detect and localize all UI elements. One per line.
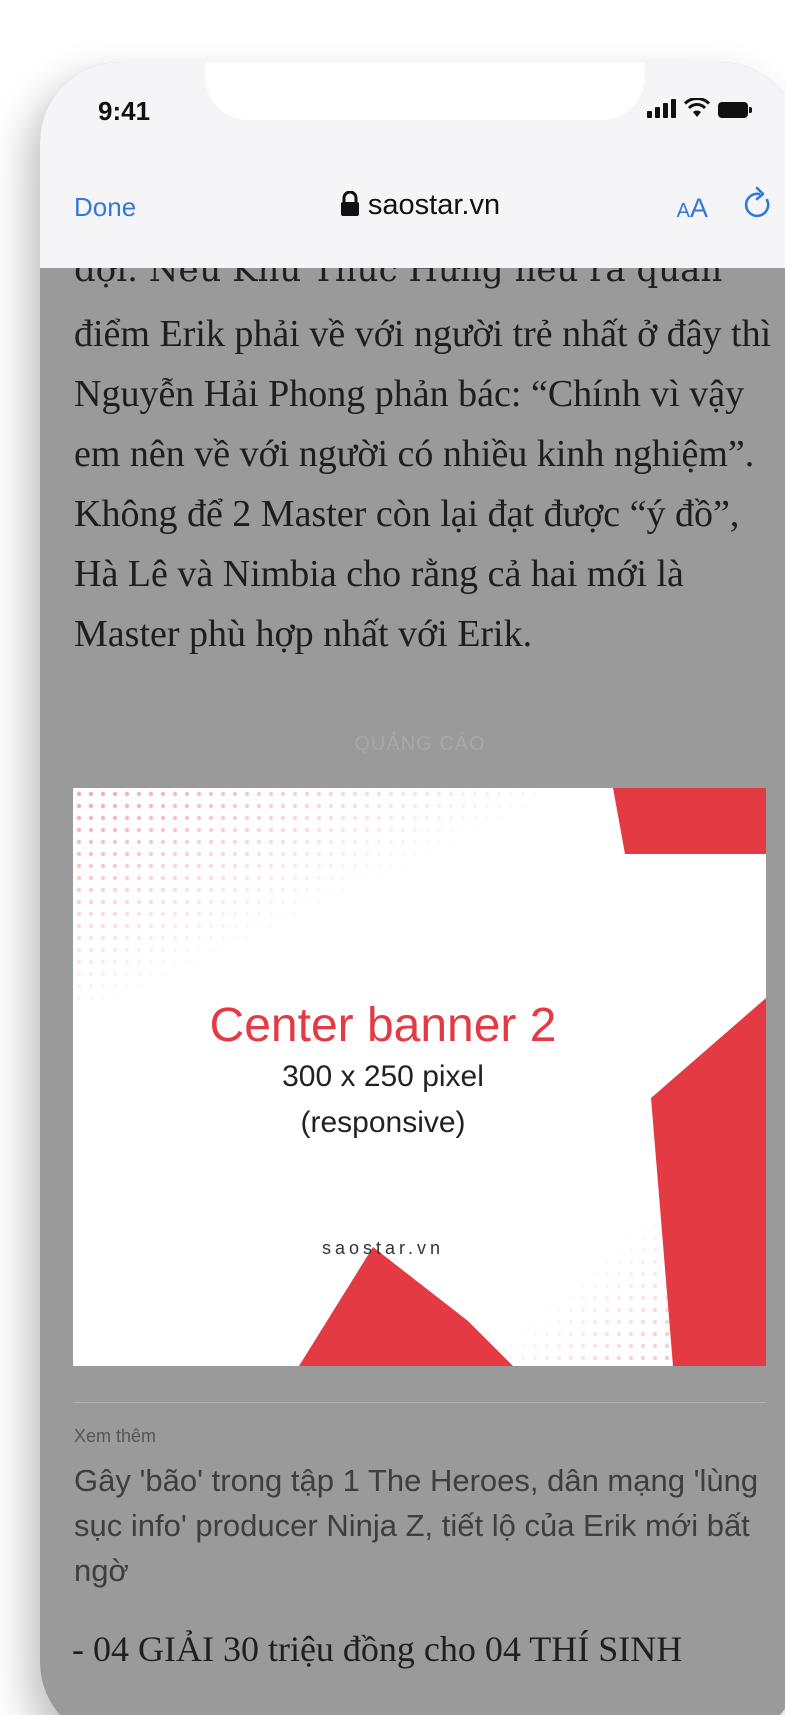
status-icons [647,98,752,118]
reload-icon[interactable] [738,186,776,224]
text-size-small-a: A [676,200,690,222]
domain-text: saostar.vn [367,189,501,221]
text-size-button[interactable]: AA [677,193,708,224]
lock-icon [340,191,359,216]
signal-icon [647,98,676,118]
article-next-line: - 04 GIẢI 30 triệu đồng cho 04 THÍ SINH [72,1629,683,1669]
address-bar[interactable]: saostar.vn [40,189,785,222]
ad-note: (responsive) [300,1106,466,1139]
battery-icon [718,102,752,118]
divider [73,1402,766,1403]
ad-size: 300 x 250 pixel [282,1060,484,1093]
ad-brand: saostar.vn [321,1238,445,1258]
ad-banner[interactable]: Center banner 2 300 x 250 pixel (respons… [73,788,766,1366]
status-time: 9:41 [98,96,151,126]
article-paragraph: điểm Erik phải về với người trẻ nhất ở đ… [74,313,772,655]
text-size-large-a: A [689,193,708,223]
see-more-label: Xem thêm [74,1426,157,1446]
ad-label: QUẢNG CÁO [354,733,486,755]
phone-frame: 9:41 Done saostar.vn AA đợi. Nếu Khu Thú… [40,62,785,1715]
ad-title: Center banner 2 [209,999,557,1052]
notch [205,62,645,120]
related-article-link[interactable]: Gây 'bão' trong tập 1 The Heroes, dân mạ… [74,1458,764,1593]
browser-chrome: 9:41 Done saostar.vn AA [40,62,785,268]
wifi-icon [684,98,710,117]
